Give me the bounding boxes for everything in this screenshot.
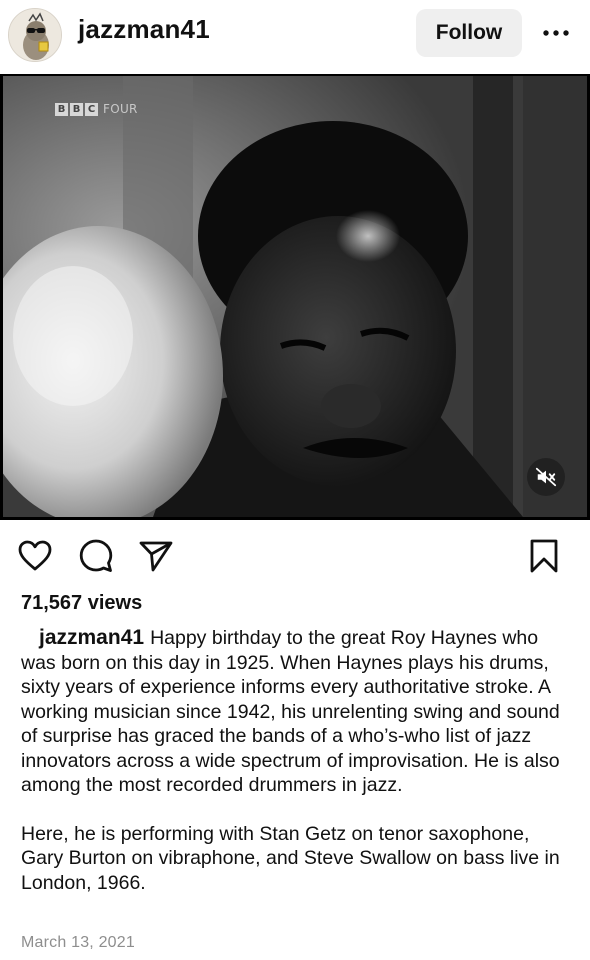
mute-toggle-button[interactable] — [527, 458, 565, 496]
video-still-image — [3, 76, 587, 517]
share-button[interactable] — [138, 538, 174, 574]
post-action-bar — [0, 528, 590, 584]
comment-button[interactable] — [78, 538, 114, 574]
caption-author[interactable]: jazzman41 — [39, 626, 144, 649]
channel-logo-letter: B — [70, 102, 83, 116]
caption-paragraph: Here, he is performing with Stan Getz on… — [21, 822, 560, 894]
speaker-muted-icon — [535, 467, 557, 487]
comment-icon — [79, 539, 113, 572]
post-username[interactable]: jazzman41 — [78, 14, 210, 45]
view-count: 71,567 views — [21, 592, 143, 614]
post-header: jazzman41 Follow — [0, 0, 590, 72]
follow-button[interactable]: Follow — [416, 9, 522, 57]
like-button[interactable] — [17, 538, 53, 574]
avatar[interactable] — [8, 8, 62, 62]
channel-logo-letter: C — [85, 102, 98, 116]
more-dots-icon — [543, 30, 569, 36]
post-caption: jazzman41 Happy birthday to the great Roy… — [21, 626, 576, 895]
channel-logo-letter: B — [55, 102, 68, 116]
post-date: March 13, 2021 — [21, 934, 135, 951]
channel-logo: B B C FOUR — [55, 102, 138, 116]
avatar-illustration-icon — [9, 9, 61, 61]
caption-text: Happy birthday to the great Roy Haynes w… — [21, 627, 560, 796]
channel-logo-suffix: FOUR — [103, 102, 138, 116]
send-icon — [139, 541, 173, 572]
post-media[interactable]: B B C FOUR — [0, 74, 590, 520]
caption-paragraph: jazzman41 Happy birthday to the great Roy… — [21, 626, 576, 798]
more-options-button[interactable] — [540, 18, 572, 48]
heart-icon — [18, 540, 52, 571]
bookmark-icon — [530, 539, 558, 573]
video-frame[interactable]: B B C FOUR — [3, 76, 587, 517]
save-button[interactable] — [526, 538, 562, 574]
